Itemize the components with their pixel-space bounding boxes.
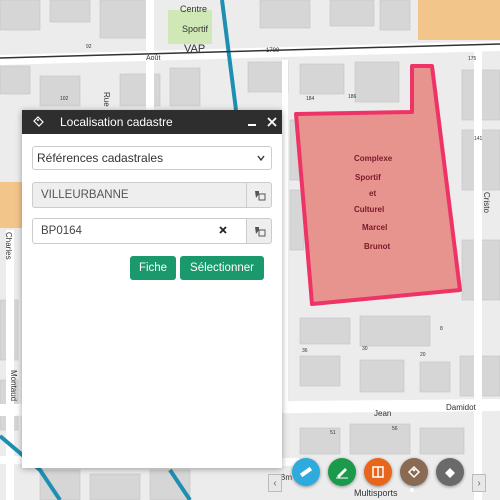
cadastre-icon <box>30 114 46 130</box>
orange-area <box>418 0 500 40</box>
commune-value: VILLEURBANNE <box>41 189 129 201</box>
street-number: 8 <box>440 326 443 332</box>
street-number: 92 <box>86 44 92 50</box>
cadastre-tool-button[interactable] <box>400 458 428 486</box>
street-label-damidot: Damidot <box>446 403 477 412</box>
eraser-icon <box>445 468 455 478</box>
minimize-icon[interactable] <box>242 110 262 134</box>
parcel-label-line: et <box>369 189 376 198</box>
cadastre-panel: Localisation cadastre Références cadastr… <box>22 110 282 468</box>
ruler-icon <box>299 466 313 478</box>
panel-title: Localisation cadastre <box>60 115 173 129</box>
street-label-montaud: Montaud <box>9 370 18 401</box>
map-pin-icon <box>255 227 266 237</box>
parcel-label-line: Culturel <box>354 205 384 214</box>
street-label-vap: VAP <box>184 43 205 55</box>
tools-toolbar: ‹ › <box>262 456 500 500</box>
parcel-field[interactable]: BP0164 <box>32 218 246 244</box>
street-label-rue: Rue <box>102 92 111 107</box>
street-label-sportif: Sportif <box>182 24 209 34</box>
street-label-1789: 1789 <box>266 48 280 54</box>
ruler-tool-button[interactable] <box>292 458 320 486</box>
orange-area-left <box>0 182 22 228</box>
compare-tool-button[interactable] <box>364 458 392 486</box>
street-number: 36 <box>302 348 308 354</box>
street-label-charles: Charles <box>4 232 13 260</box>
map-pin-icon <box>255 191 266 201</box>
parcel-label-line: Brunot <box>364 242 391 251</box>
street-number: 51 <box>330 430 336 436</box>
cadastre-icon <box>407 465 421 479</box>
street-number: 186 <box>348 94 357 100</box>
street-label-aout: Août <box>146 55 160 62</box>
select-button[interactable]: Sélectionner <box>180 256 264 280</box>
erase-tool-button[interactable] <box>436 458 464 486</box>
street-number: 141 <box>474 136 483 142</box>
fiche-button[interactable]: Fiche <box>130 256 176 280</box>
reference-type-select[interactable]: Références cadastrales <box>32 146 272 170</box>
parcel-label-line: Marcel <box>362 223 387 232</box>
street-number: 56 <box>392 426 398 432</box>
commune-field[interactable]: VILLEURBANNE <box>32 182 246 208</box>
pager-dot <box>410 488 414 492</box>
parcel-locate-button[interactable] <box>246 218 272 244</box>
street-label-cristo: Cristo <box>482 192 491 213</box>
street-number: 102 <box>60 96 69 102</box>
toolbar-prev-button[interactable]: ‹ <box>268 474 282 492</box>
parcel-label-line: Sportif <box>355 173 381 182</box>
clear-icon[interactable] <box>218 225 228 235</box>
panel-header[interactable]: Localisation cadastre <box>22 110 282 134</box>
parcel-label-line: Complexe <box>354 154 393 163</box>
commune-locate-button[interactable] <box>246 182 272 208</box>
street-label-jean: Jean <box>374 409 391 418</box>
street-number: 20 <box>420 352 426 358</box>
compare-icon <box>372 466 384 478</box>
chevron-down-icon <box>257 155 265 162</box>
street-label-centre: Centre <box>180 4 207 14</box>
street-number: 184 <box>306 96 315 102</box>
draw-tool-button[interactable] <box>328 458 356 486</box>
close-icon[interactable] <box>262 110 282 134</box>
parcel-value: BP0164 <box>41 225 82 237</box>
reference-type-value: Références cadastrales <box>37 151 164 165</box>
toolbar-next-button[interactable]: › <box>472 474 486 492</box>
street-number: 175 <box>468 56 477 62</box>
street-number: 30 <box>362 346 368 352</box>
pencil-icon <box>336 468 348 479</box>
